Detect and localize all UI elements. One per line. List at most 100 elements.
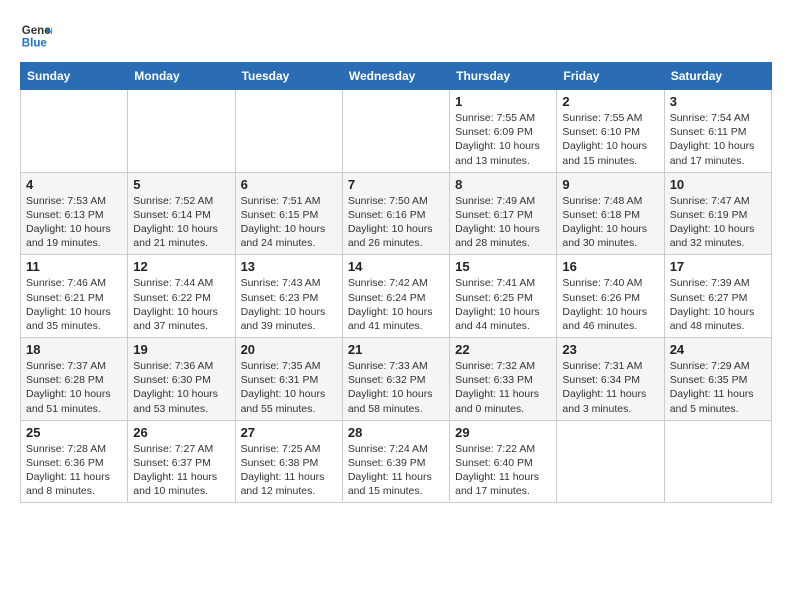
day-info: Sunrise: 7:51 AM Sunset: 6:15 PM Dayligh… — [241, 194, 337, 251]
day-info: Sunrise: 7:35 AM Sunset: 6:31 PM Dayligh… — [241, 359, 337, 416]
calendar-cell: 18 Sunrise: 7:37 AM Sunset: 6:28 PM Dayli… — [21, 338, 128, 421]
day-info: Sunrise: 7:55 AM Sunset: 6:09 PM Dayligh… — [455, 111, 551, 168]
calendar-week-5: 25Sunrise: 7:28 AM Sunset: 6:36 PM Dayli… — [21, 420, 772, 503]
calendar-cell: 16Sunrise: 7:40 AM Sunset: 6:26 PM Dayli… — [557, 255, 664, 338]
day-info: Sunrise: 7:47 AM Sunset: 6:19 PM Dayligh… — [670, 194, 766, 251]
weekday-header-tuesday: Tuesday — [235, 63, 342, 90]
day-number: 10 — [670, 177, 766, 192]
weekday-header-row: SundayMondayTuesdayWednesdayThursdayFrid… — [21, 63, 772, 90]
calendar-table: SundayMondayTuesdayWednesdayThursdayFrid… — [20, 62, 772, 503]
logo-icon: General Blue — [20, 20, 52, 52]
calendar-cell: 21 Sunrise: 7:33 AM Sunset: 6:32 PM Dayli… — [342, 338, 449, 421]
day-number: 4 — [26, 177, 122, 192]
logo: General Blue — [20, 20, 52, 52]
calendar-cell: 2 Sunrise: 7:55 AM Sunset: 6:10 PM Daylig… — [557, 90, 664, 173]
day-info: Sunrise: 7:25 AM Sunset: 6:38 PM Dayligh… — [241, 442, 337, 499]
day-info: Sunrise: 7:49 AM Sunset: 6:17 PM Dayligh… — [455, 194, 551, 251]
calendar-cell: 12Sunrise: 7:44 AM Sunset: 6:22 PM Dayli… — [128, 255, 235, 338]
day-number: 28 — [348, 425, 444, 440]
calendar-cell: 15 Sunrise: 7:41 AM Sunset: 6:25 PM Dayli… — [450, 255, 557, 338]
day-number: 2 — [562, 94, 658, 109]
day-number: 3 — [670, 94, 766, 109]
day-number: 16 — [562, 259, 658, 274]
day-number: 7 — [348, 177, 444, 192]
day-number: 6 — [241, 177, 337, 192]
calendar-cell: 6 Sunrise: 7:51 AM Sunset: 6:15 PM Daylig… — [235, 172, 342, 255]
page-header: General Blue — [20, 20, 772, 52]
weekday-header-monday: Monday — [128, 63, 235, 90]
day-number: 8 — [455, 177, 551, 192]
calendar-cell — [557, 420, 664, 503]
day-info: Sunrise: 7:24 AM Sunset: 6:39 PM Dayligh… — [348, 442, 444, 499]
weekday-header-wednesday: Wednesday — [342, 63, 449, 90]
day-number: 27 — [241, 425, 337, 440]
calendar-cell: 17 Sunrise: 7:39 AM Sunset: 6:27 PM Dayli… — [664, 255, 771, 338]
calendar-cell: 4 Sunrise: 7:53 AM Sunset: 6:13 PM Daylig… — [21, 172, 128, 255]
day-info: Sunrise: 7:52 AM Sunset: 6:14 PM Dayligh… — [133, 194, 229, 251]
day-number: 23 — [562, 342, 658, 357]
calendar-cell: 14Sunrise: 7:42 AM Sunset: 6:24 PM Dayli… — [342, 255, 449, 338]
day-info: Sunrise: 7:27 AM Sunset: 6:37 PM Dayligh… — [133, 442, 229, 499]
day-number: 20 — [241, 342, 337, 357]
day-number: 12 — [133, 259, 229, 274]
day-number: 29 — [455, 425, 551, 440]
day-info: Sunrise: 7:31 AM Sunset: 6:34 PM Dayligh… — [562, 359, 658, 416]
calendar-cell: 26 Sunrise: 7:27 AM Sunset: 6:37 PM Dayli… — [128, 420, 235, 503]
weekday-header-sunday: Sunday — [21, 63, 128, 90]
svg-text:Blue: Blue — [22, 38, 48, 50]
day-number: 13 — [241, 259, 337, 274]
calendar-cell: 27 Sunrise: 7:25 AM Sunset: 6:38 PM Dayli… — [235, 420, 342, 503]
day-info: Sunrise: 7:50 AM Sunset: 6:16 PM Dayligh… — [348, 194, 444, 251]
day-info: Sunrise: 7:46 AM Sunset: 6:21 PM Dayligh… — [26, 276, 122, 333]
day-info: Sunrise: 7:53 AM Sunset: 6:13 PM Dayligh… — [26, 194, 122, 251]
calendar-cell — [664, 420, 771, 503]
day-number: 21 — [348, 342, 444, 357]
calendar-cell: 13 Sunrise: 7:43 AM Sunset: 6:23 PM Dayli… — [235, 255, 342, 338]
day-info: Sunrise: 7:37 AM Sunset: 6:28 PM Dayligh… — [26, 359, 122, 416]
day-number: 17 — [670, 259, 766, 274]
day-number: 22 — [455, 342, 551, 357]
day-number: 9 — [562, 177, 658, 192]
weekday-header-saturday: Saturday — [664, 63, 771, 90]
calendar-cell — [21, 90, 128, 173]
calendar-cell: 20 Sunrise: 7:35 AM Sunset: 6:31 PM Dayli… — [235, 338, 342, 421]
day-number: 15 — [455, 259, 551, 274]
day-number: 18 — [26, 342, 122, 357]
calendar-cell: 10 Sunrise: 7:47 AM Sunset: 6:19 PM Dayli… — [664, 172, 771, 255]
calendar-cell: 9Sunrise: 7:48 AM Sunset: 6:18 PM Daylig… — [557, 172, 664, 255]
day-info: Sunrise: 7:43 AM Sunset: 6:23 PM Dayligh… — [241, 276, 337, 333]
calendar-cell: 28 Sunrise: 7:24 AM Sunset: 6:39 PM Dayli… — [342, 420, 449, 503]
day-number: 19 — [133, 342, 229, 357]
day-number: 25 — [26, 425, 122, 440]
calendar-week-2: 4 Sunrise: 7:53 AM Sunset: 6:13 PM Daylig… — [21, 172, 772, 255]
calendar-cell: 3 Sunrise: 7:54 AM Sunset: 6:11 PM Daylig… — [664, 90, 771, 173]
weekday-header-thursday: Thursday — [450, 63, 557, 90]
calendar-body: 1 Sunrise: 7:55 AM Sunset: 6:09 PM Daylig… — [21, 90, 772, 503]
calendar-cell — [342, 90, 449, 173]
calendar-cell: 25Sunrise: 7:28 AM Sunset: 6:36 PM Dayli… — [21, 420, 128, 503]
day-info: Sunrise: 7:55 AM Sunset: 6:10 PM Dayligh… — [562, 111, 658, 168]
day-info: Sunrise: 7:39 AM Sunset: 6:27 PM Dayligh… — [670, 276, 766, 333]
weekday-header-friday: Friday — [557, 63, 664, 90]
calendar-cell: 11 Sunrise: 7:46 AM Sunset: 6:21 PM Dayli… — [21, 255, 128, 338]
calendar-cell: 8 Sunrise: 7:49 AM Sunset: 6:17 PM Daylig… — [450, 172, 557, 255]
day-number: 11 — [26, 259, 122, 274]
calendar-week-4: 18 Sunrise: 7:37 AM Sunset: 6:28 PM Dayli… — [21, 338, 772, 421]
calendar-cell — [128, 90, 235, 173]
calendar-cell: 22Sunrise: 7:32 AM Sunset: 6:33 PM Dayli… — [450, 338, 557, 421]
day-info: Sunrise: 7:41 AM Sunset: 6:25 PM Dayligh… — [455, 276, 551, 333]
day-number: 26 — [133, 425, 229, 440]
day-info: Sunrise: 7:42 AM Sunset: 6:24 PM Dayligh… — [348, 276, 444, 333]
calendar-cell: 24Sunrise: 7:29 AM Sunset: 6:35 PM Dayli… — [664, 338, 771, 421]
day-info: Sunrise: 7:36 AM Sunset: 6:30 PM Dayligh… — [133, 359, 229, 416]
calendar-cell: 1 Sunrise: 7:55 AM Sunset: 6:09 PM Daylig… — [450, 90, 557, 173]
day-number: 1 — [455, 94, 551, 109]
day-info: Sunrise: 7:54 AM Sunset: 6:11 PM Dayligh… — [670, 111, 766, 168]
day-info: Sunrise: 7:22 AM Sunset: 6:40 PM Dayligh… — [455, 442, 551, 499]
calendar-week-3: 11 Sunrise: 7:46 AM Sunset: 6:21 PM Dayli… — [21, 255, 772, 338]
day-number: 24 — [670, 342, 766, 357]
day-number: 5 — [133, 177, 229, 192]
day-info: Sunrise: 7:33 AM Sunset: 6:32 PM Dayligh… — [348, 359, 444, 416]
calendar-week-1: 1 Sunrise: 7:55 AM Sunset: 6:09 PM Daylig… — [21, 90, 772, 173]
calendar-cell: 29 Sunrise: 7:22 AM Sunset: 6:40 PM Dayli… — [450, 420, 557, 503]
